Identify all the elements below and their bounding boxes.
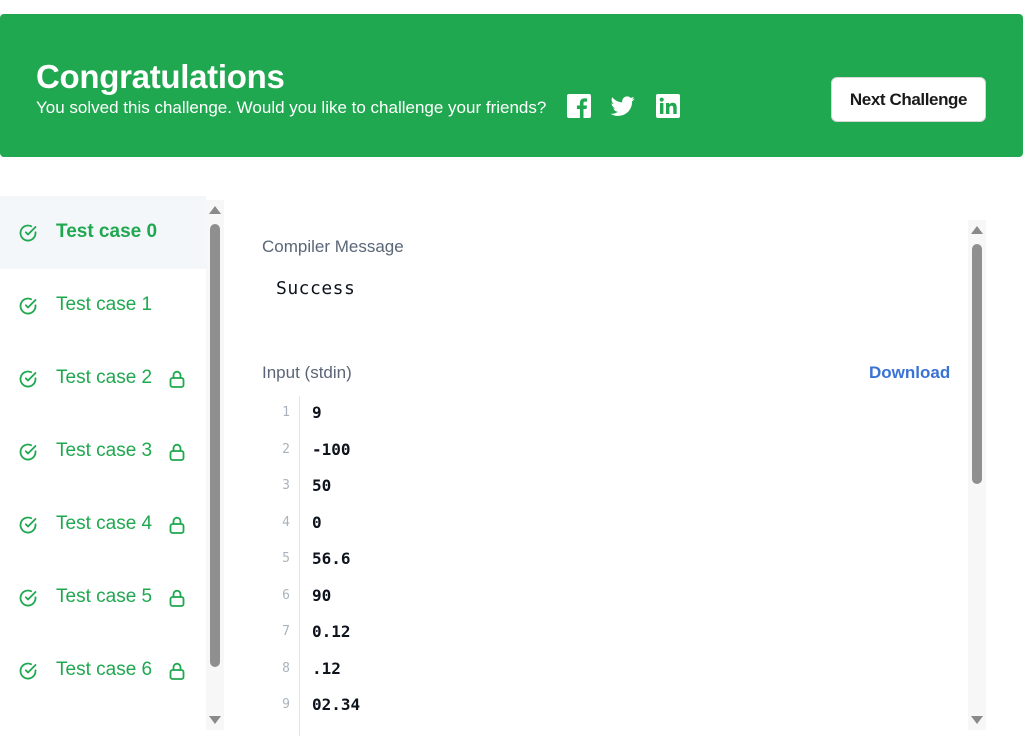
- code-line: 4 0: [262, 506, 962, 542]
- test-case-label: Test case 2: [56, 367, 153, 388]
- code-line: 1 9: [262, 396, 962, 432]
- code-line: 6 90: [262, 579, 962, 615]
- line-number: 8: [282, 661, 290, 676]
- lock-icon: [167, 442, 187, 462]
- line-text: 0.12: [312, 622, 351, 641]
- line-number: 5: [282, 551, 290, 566]
- test-case-label: Test case 4: [56, 513, 153, 534]
- test-case-label: Test case 1: [56, 294, 153, 315]
- download-link[interactable]: Download: [869, 363, 950, 383]
- check-circle-icon: [18, 515, 38, 535]
- lock-icon: [167, 369, 187, 389]
- line-number: 9: [282, 697, 290, 712]
- compiler-message-label: Compiler Message: [262, 237, 404, 256]
- test-case-label: Test case 0: [56, 221, 158, 242]
- lock-icon: [167, 661, 187, 681]
- result-scrollbar[interactable]: [968, 220, 986, 730]
- check-circle-icon: [18, 296, 38, 316]
- test-case-2[interactable]: Test case 2: [0, 342, 206, 415]
- line-text: 0: [312, 513, 322, 532]
- line-text: 02.34: [312, 695, 361, 714]
- test-case-scrollbar[interactable]: [206, 200, 224, 730]
- lock-icon: [167, 515, 187, 535]
- lock-icon: [167, 588, 187, 608]
- code-line: 9 02.34: [262, 688, 962, 724]
- check-circle-icon: [18, 223, 38, 243]
- scrollbar-thumb[interactable]: [210, 224, 220, 667]
- compiler-message: Success: [276, 278, 356, 299]
- linkedin-icon[interactable]: [656, 94, 680, 118]
- test-case-5[interactable]: Test case 5: [0, 561, 206, 634]
- line-number: 4: [282, 515, 290, 530]
- scrollbar-thumb[interactable]: [972, 244, 982, 484]
- banner-title: Congratulations: [36, 58, 285, 95]
- line-number: 7: [282, 624, 290, 639]
- scroll-up-arrow-icon[interactable]: [209, 206, 221, 214]
- facebook-icon[interactable]: [567, 94, 591, 118]
- line-text: 50: [312, 476, 332, 495]
- next-challenge-button[interactable]: Next Challenge: [831, 77, 986, 122]
- code-line: 5 56.6: [262, 542, 962, 578]
- test-case-4[interactable]: Test case 4: [0, 488, 206, 561]
- check-circle-icon: [18, 369, 38, 389]
- check-circle-icon: [18, 442, 38, 462]
- twitter-icon[interactable]: [611, 94, 635, 118]
- check-circle-icon: [18, 588, 38, 608]
- code-line: 8 .12: [262, 652, 962, 688]
- check-circle-icon: [18, 661, 38, 681]
- test-case-label: Test case 6: [56, 659, 153, 680]
- scroll-down-arrow-icon[interactable]: [209, 716, 221, 724]
- banner-subtitle: You solved this challenge. Would you lik…: [36, 98, 547, 117]
- success-banner: Congratulations You solved this challeng…: [0, 14, 1023, 157]
- line-text: 9: [312, 403, 322, 422]
- input-stdin-label: Input (stdin): [262, 363, 352, 382]
- stdin-code-block: 1 9 2 -100 3 50 4 0 5 56.6 6 90 7 0.12 8…: [262, 396, 962, 736]
- test-case-label: Test case 5: [56, 586, 153, 607]
- test-case-0[interactable]: Test case 0: [0, 196, 206, 269]
- code-line: 3 50: [262, 469, 962, 505]
- code-line: 7 0.12: [262, 615, 962, 651]
- test-case-label: Test case 3: [56, 440, 153, 461]
- line-number: 1: [282, 405, 290, 420]
- line-number: 2: [282, 442, 290, 457]
- line-text: 56.6: [312, 549, 351, 568]
- code-line: 2 -100: [262, 433, 962, 469]
- line-number: 3: [282, 478, 290, 493]
- test-case-list: Test case 0 Test case 1 Test case 2 Test…: [0, 196, 206, 736]
- test-case-3[interactable]: Test case 3: [0, 415, 206, 488]
- line-text: -100: [312, 440, 351, 459]
- test-case-1[interactable]: Test case 1: [0, 269, 206, 342]
- line-number: 6: [282, 588, 290, 603]
- scroll-up-arrow-icon[interactable]: [971, 226, 983, 234]
- test-case-6[interactable]: Test case 6: [0, 634, 206, 707]
- line-text: 90: [312, 586, 332, 605]
- scroll-down-arrow-icon[interactable]: [971, 716, 983, 724]
- line-text: .12: [312, 659, 341, 678]
